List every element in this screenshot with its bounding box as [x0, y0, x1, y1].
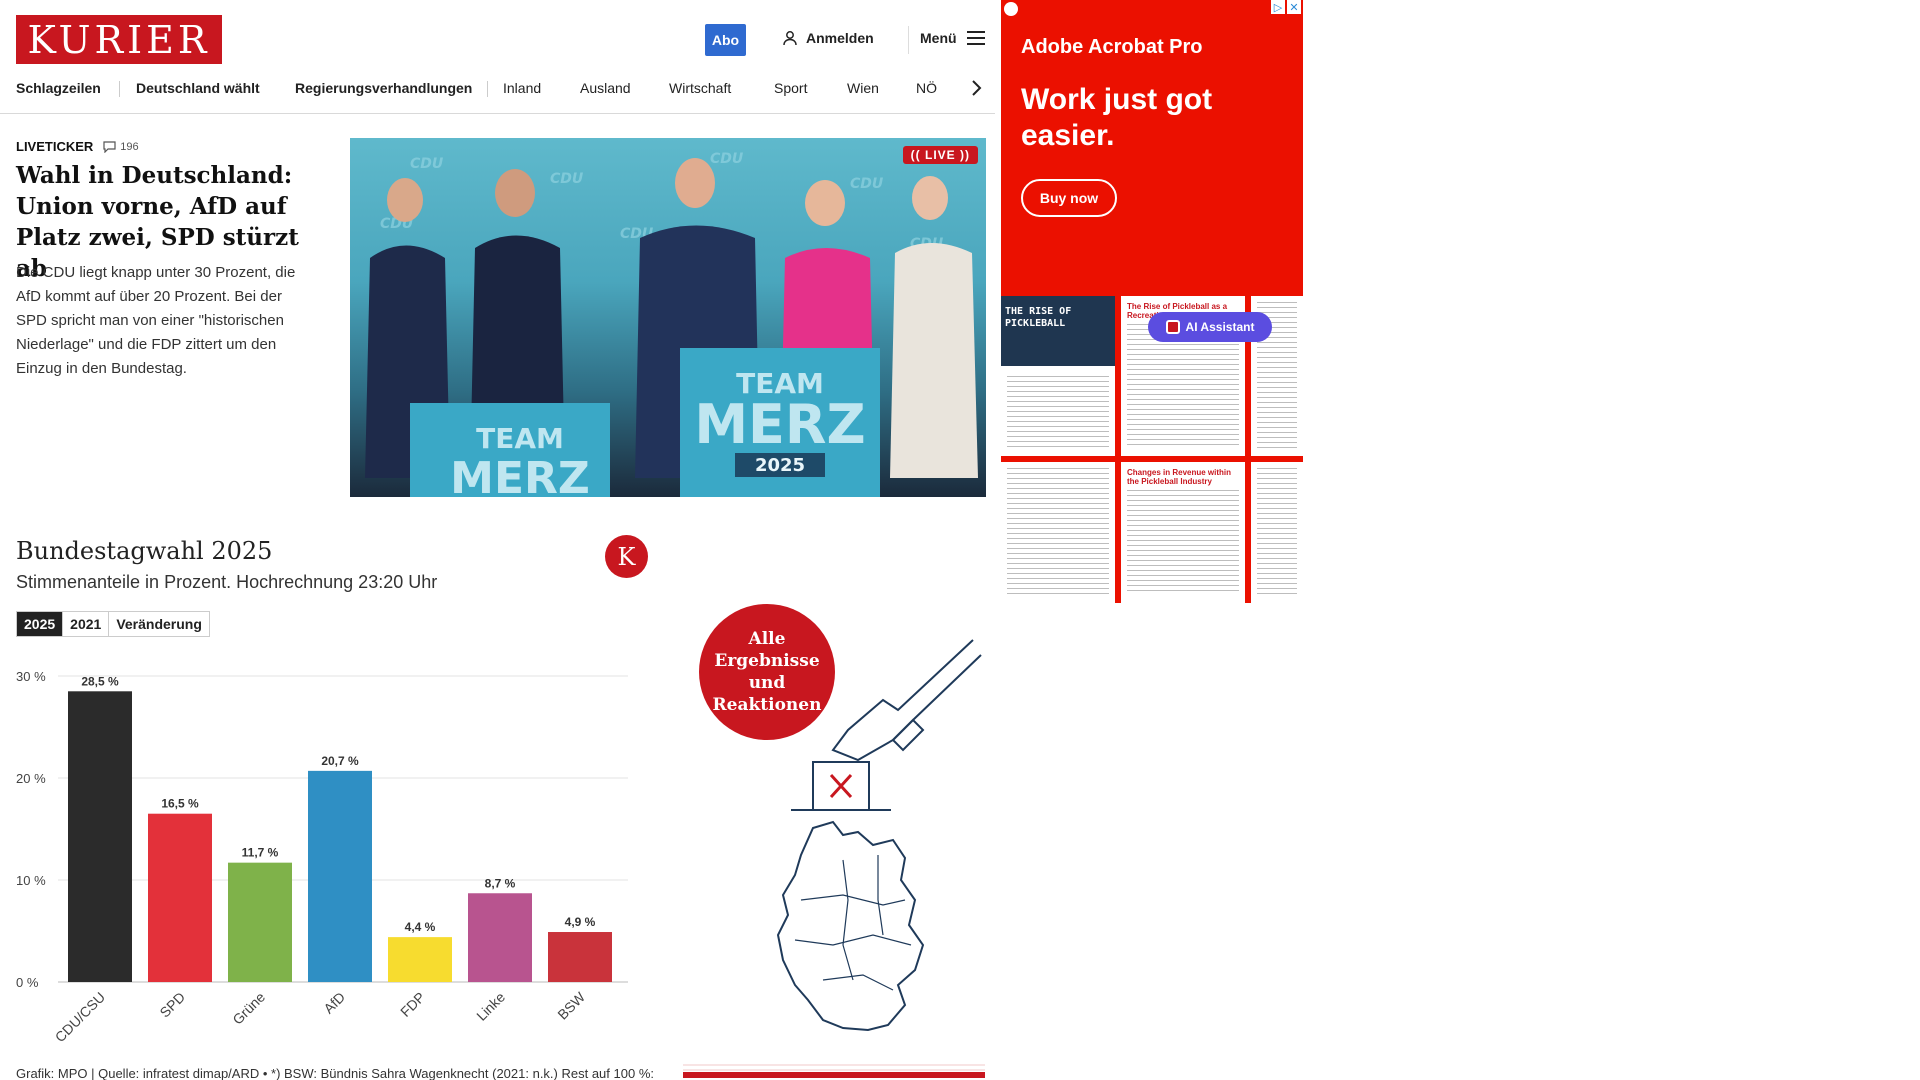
nav-item-sport[interactable]: Sport	[774, 80, 807, 96]
ad-doc-6	[1251, 462, 1303, 603]
promo-underline	[683, 1072, 985, 1078]
comment-count[interactable]: 196	[103, 140, 139, 153]
main-nav: Schlagzeilen Deutschland wählt Regierung…	[0, 78, 995, 114]
data-label: 4,4 %	[405, 920, 436, 934]
nav-divider	[487, 81, 488, 97]
y-tick-label: 10 %	[16, 873, 46, 888]
live-badge: (( LIVE ))	[902, 146, 978, 164]
adchoices-icon[interactable]: ▷	[1271, 0, 1285, 14]
ai-assistant-label: AI Assistant	[1185, 320, 1255, 334]
kicker-label: LIVETICKER	[16, 139, 94, 154]
chevron-right-icon[interactable]	[966, 78, 986, 98]
bar-bsw	[548, 932, 612, 982]
chart-tabs: 2025 2021 Veränderung	[16, 611, 210, 637]
comment-icon	[103, 140, 116, 153]
nav-item-wirtschaft[interactable]: Wirtschaft	[669, 80, 731, 96]
sign-year-text: 2025	[755, 455, 805, 476]
abo-button[interactable]: Abo	[705, 24, 746, 56]
team-merz-sign: TEAM MERZ 2025	[680, 348, 880, 497]
data-label: 11,7 %	[242, 846, 279, 860]
y-tick-label: 0 %	[16, 975, 39, 990]
kurier-logo[interactable]: KURIER	[16, 15, 222, 64]
sign-merz-text: MERZ	[450, 453, 590, 497]
nav-item-deutschland-waehlt[interactable]: Deutschland wählt	[136, 80, 260, 96]
x-tick-label: Grüne	[229, 989, 268, 1028]
ballot-map-illustration	[683, 639, 985, 1071]
hero-image[interactable]: CDU CDU CDU CDU CDU CDU CDU TEAM MERZ	[350, 138, 986, 497]
team-merz-sign-left: TEAM MERZ	[410, 403, 610, 497]
bar-afd	[308, 770, 372, 982]
backdrop-text: CDU	[410, 156, 444, 172]
x-tick-label: AfD	[320, 989, 348, 1017]
backdrop-text: CDU	[710, 151, 744, 167]
x-tick-label: Linke	[473, 989, 508, 1024]
tab-2025[interactable]: 2025	[17, 612, 64, 636]
bar-gr-ne	[228, 862, 292, 982]
nav-item-inland[interactable]: Inland	[503, 80, 541, 96]
tab-veraenderung[interactable]: Veränderung	[109, 612, 209, 636]
chart-source: Grafik: MPO | Quelle: infratest dimap/AR…	[16, 1066, 654, 1080]
nav-item-regierungsverhandlungen[interactable]: Regierungsverhandlungen	[295, 80, 472, 96]
data-label: 4,9 %	[565, 915, 596, 929]
ad-choices[interactable]: ▷ ✕	[1271, 0, 1301, 14]
nav-divider	[119, 81, 120, 97]
ad-doc-1: THE RISE OF PICKLEBALL	[1001, 296, 1115, 456]
ai-assistant-pill[interactable]: AI Assistant	[1148, 312, 1272, 342]
ad-brand: Adobe Acrobat Pro	[1021, 36, 1203, 58]
bar-linke	[468, 893, 532, 982]
user-icon	[783, 31, 797, 46]
nav-item-noe[interactable]: NÖ	[916, 80, 937, 96]
bar-spd	[148, 813, 212, 982]
data-label: 28,5 %	[81, 674, 119, 688]
election-bar-chart: 0 % 10 % 20 % 30 % 28,5 % CDU/CSU 16,5 % SPD 11,…	[16, 669, 628, 1045]
x-tick-label: BSW	[554, 988, 588, 1022]
bar-cdu-csu	[68, 691, 132, 982]
story-kicker: LIVETICKER 196	[16, 139, 139, 154]
menu-label: Menü	[920, 30, 957, 46]
tab-2021[interactable]: 2021	[63, 612, 110, 636]
ad-headline: Work just got easier.	[1021, 83, 1213, 152]
x-tick-label: CDU/CSU	[52, 989, 108, 1045]
bar-fdp	[388, 937, 452, 982]
backdrop-text: CDU	[550, 171, 584, 187]
menu-button[interactable]: Menü	[920, 30, 985, 46]
ad-doc-1-title: THE RISE OF PICKLEBALL	[1001, 296, 1115, 366]
ad-doc-5-title: Changes in Revenue within the Pickleball…	[1127, 468, 1232, 486]
header-divider	[908, 26, 909, 54]
comment-count-value: 196	[120, 140, 139, 153]
sign-merz-text: MERZ	[694, 393, 865, 456]
ad-document-grid: THE RISE OF PICKLEBALL The Rise of Pickl…	[1001, 296, 1303, 603]
data-label: 20,7 %	[321, 754, 359, 768]
nav-item-wien[interactable]: Wien	[847, 80, 879, 96]
y-tick-label: 20 %	[16, 771, 46, 786]
data-label: 8,7 %	[485, 876, 516, 890]
lead-teaser[interactable]: Die CDU liegt knapp unter 30 Prozent, di…	[16, 261, 316, 381]
adobe-ad[interactable]: ▷ ✕ Adobe Acrobat Pro Work just got easi…	[1001, 0, 1303, 603]
ai-assistant-icon	[1165, 320, 1180, 334]
chart-title: Bundestagwahl 2025	[16, 537, 273, 565]
kurier-badge: K	[605, 535, 648, 578]
chart-subtitle: Stimmenanteile in Prozent. Hochrechnung …	[16, 572, 438, 592]
nav-item-ausland[interactable]: Ausland	[580, 80, 631, 96]
election-night-photo: CDU CDU CDU CDU CDU CDU CDU TEAM MERZ	[365, 151, 978, 497]
sign-team-text: TEAM	[476, 422, 564, 455]
ad-doc-5: Changes in Revenue within the Pickleball…	[1121, 462, 1245, 603]
results-promo[interactable]: Alle Ergebnisse und Reaktionen	[683, 600, 990, 1080]
ad-info-icon[interactable]	[1004, 2, 1018, 16]
close-icon[interactable]: ✕	[1287, 0, 1301, 14]
x-tick-label: FDP	[397, 989, 428, 1020]
backdrop-text: CDU	[850, 176, 884, 192]
hamburger-icon	[966, 31, 985, 45]
x-tick-label: SPD	[156, 989, 188, 1021]
buy-now-button[interactable]: Buy now	[1021, 179, 1117, 217]
y-tick-label: 30 %	[16, 669, 46, 684]
login-button[interactable]: Anmelden	[782, 30, 874, 46]
ad-doc-4	[1001, 462, 1115, 603]
login-label: Anmelden	[806, 30, 874, 46]
nav-item-schlagzeilen[interactable]: Schlagzeilen	[16, 80, 101, 96]
data-label: 16,5 %	[161, 797, 199, 811]
